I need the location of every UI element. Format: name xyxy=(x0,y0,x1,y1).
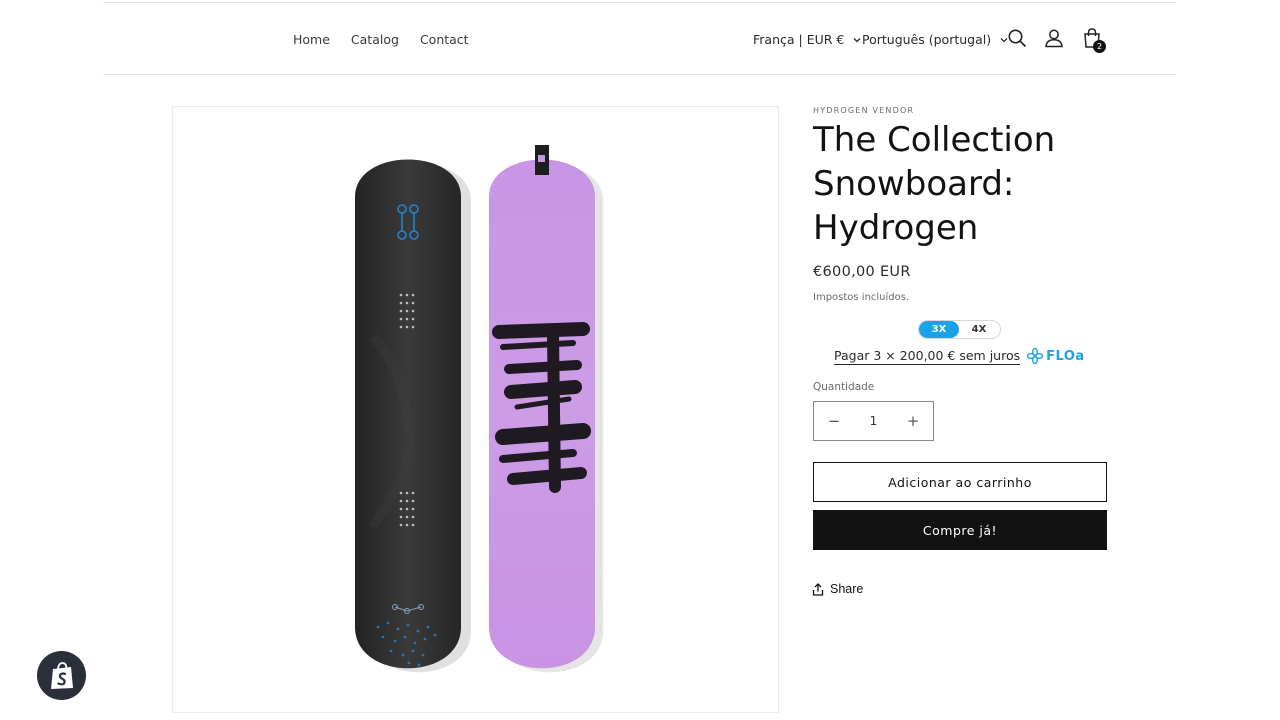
shopify-shop-button[interactable] xyxy=(37,651,86,700)
floa-brand-text: FLOa xyxy=(1046,348,1085,364)
language-selector[interactable]: Português (portugal) xyxy=(862,32,1009,47)
quantity-increase-button[interactable]: + xyxy=(893,402,933,440)
main-nav: Home Catalog Contact xyxy=(293,32,469,47)
chevron-down-icon xyxy=(853,37,861,42)
floa-installment-row: Pagar 3 × 200,00 € sem juros FLOa xyxy=(834,347,1085,365)
snowboard-image xyxy=(355,145,603,673)
share-button[interactable]: Share xyxy=(812,582,863,596)
floa-logo: FLOa xyxy=(1026,347,1085,365)
search-icon[interactable] xyxy=(1006,27,1028,49)
language-selector-label: Português (portugal) xyxy=(862,32,992,47)
quantity-decrease-button[interactable]: − xyxy=(814,402,854,440)
site-header: Home Catalog Contact França | EUR € Port… xyxy=(103,3,1176,75)
floa-flower-icon xyxy=(1026,347,1044,365)
tax-note: Impostos incluídos. xyxy=(813,292,910,303)
nav-home[interactable]: Home xyxy=(293,32,330,47)
share-label: Share xyxy=(830,582,864,596)
floa-installment-link[interactable]: Pagar 3 × 200,00 € sem juros xyxy=(834,348,1021,365)
buy-now-button[interactable]: Compre já! xyxy=(813,510,1107,550)
product-vendor: HYDROGEN VENDOR xyxy=(813,106,915,115)
account-icon[interactable] xyxy=(1043,27,1065,49)
floa-installment-toggle: 3X 4X xyxy=(918,320,1001,339)
product-price: €600,00 EUR xyxy=(813,264,911,280)
quantity-stepper: − + xyxy=(813,401,934,441)
nav-catalog[interactable]: Catalog xyxy=(351,32,399,47)
share-icon xyxy=(812,582,824,596)
product-title: The Collection Snowboard: Hydrogen xyxy=(813,120,1056,248)
country-selector-label: França | EUR € xyxy=(753,32,845,47)
nav-contact[interactable]: Contact xyxy=(420,32,469,47)
quantity-input[interactable] xyxy=(854,402,893,440)
cart-count-badge: 2 xyxy=(1093,40,1106,53)
floa-option-4x[interactable]: 4X xyxy=(959,321,999,338)
product-image[interactable] xyxy=(172,106,779,713)
add-to-cart-button[interactable]: Adicionar ao carrinho xyxy=(813,462,1107,502)
shopify-bag-icon xyxy=(50,661,73,689)
quantity-label: Quantidade xyxy=(813,381,875,393)
floa-option-3x[interactable]: 3X xyxy=(919,321,959,338)
country-selector[interactable]: França | EUR € xyxy=(753,32,862,47)
